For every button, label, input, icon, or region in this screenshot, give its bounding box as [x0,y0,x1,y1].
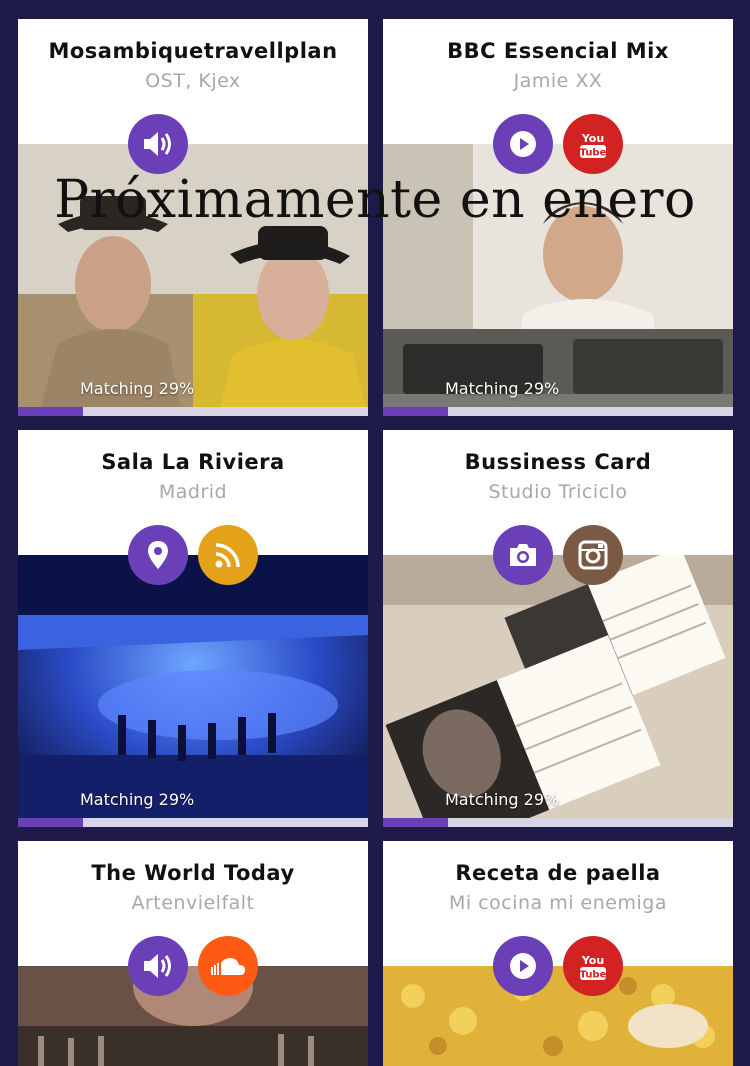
matching-progress-fill [383,818,448,827]
card-title: BBC Essencial Mix [447,39,669,63]
card-grid: Mosambiquetravellplan OST, Kjex Matching… [0,0,750,1066]
card-image: Matching 29% [18,144,368,416]
card-image: Matching 29% [18,555,368,827]
matching-progress-fill [18,407,83,416]
matching-progress-fill [18,818,83,827]
rss-icon[interactable] [198,525,258,585]
card-subtitle: OST, Kjex [145,70,241,92]
card-mosambiquetravellplan[interactable]: Mosambiquetravellplan OST, Kjex Matching… [18,19,368,416]
card-sala-la-riviera[interactable]: Sala La Riviera Madrid Matching 29% [18,430,368,827]
speaker-icon[interactable] [128,114,188,174]
location-pin-icon[interactable] [128,525,188,585]
play-icon[interactable] [493,936,553,996]
card-subtitle: Studio Triciclo [488,481,628,503]
instagram-icon[interactable] [563,525,623,585]
matching-progress-bar [383,407,733,416]
matching-progress-bar [18,818,368,827]
youtube-icon[interactable]: You Tube [563,114,623,174]
matching-label: Matching 29% [445,379,560,398]
card-image: Matching 29% [383,555,733,827]
card-image: Matching 29% [383,144,733,416]
card-actions: You Tube [383,114,733,174]
card-subtitle: Madrid [158,481,228,503]
photo-business-cards [383,555,733,827]
card-subtitle: Artenvielfalt [131,892,255,914]
matching-progress-fill [383,407,448,416]
card-actions [18,114,368,174]
card-bussiness-card[interactable]: Bussiness Card Studio Triciclo Matching … [383,430,733,827]
card-actions [18,525,368,585]
matching-label: Matching 29% [80,790,195,809]
card-actions [383,525,733,585]
card-title: Sala La Riviera [101,450,285,474]
svg-text:You: You [581,132,604,145]
photo-venue-hall [18,555,368,827]
card-the-world-today[interactable]: The World Today Artenvielfalt [18,841,368,1066]
card-receta-de-paella[interactable]: Receta de paella Mi cocina mi enemiga Yo… [383,841,733,1066]
matching-label: Matching 29% [80,379,195,398]
soundcloud-icon[interactable] [198,936,258,996]
play-icon[interactable] [493,114,553,174]
card-subtitle: Mi cocina mi enemiga [449,892,667,914]
youtube-icon[interactable]: You Tube [563,936,623,996]
camera-icon[interactable] [493,525,553,585]
matching-progress-bar [18,407,368,416]
photo-dj-turntables [383,144,733,416]
card-subtitle: Jamie XX [513,70,603,92]
svg-text:Tube: Tube [580,148,607,159]
svg-text:You: You [581,954,604,967]
speaker-icon[interactable] [128,936,188,996]
card-actions [18,936,368,996]
svg-text:Tube: Tube [580,970,607,981]
card-title: Bussiness Card [464,450,652,474]
matching-progress-bar [383,818,733,827]
matching-label: Matching 29% [445,790,560,809]
card-actions: You Tube [383,936,733,996]
card-title: Mosambiquetravellplan [48,39,338,63]
card-title: The World Today [91,861,295,885]
card-title: Receta de paella [455,861,661,885]
card-bbc-essencial-mix[interactable]: BBC Essencial Mix Jamie XX Matching 29% [383,19,733,416]
photo-two-men-hats [18,144,368,416]
